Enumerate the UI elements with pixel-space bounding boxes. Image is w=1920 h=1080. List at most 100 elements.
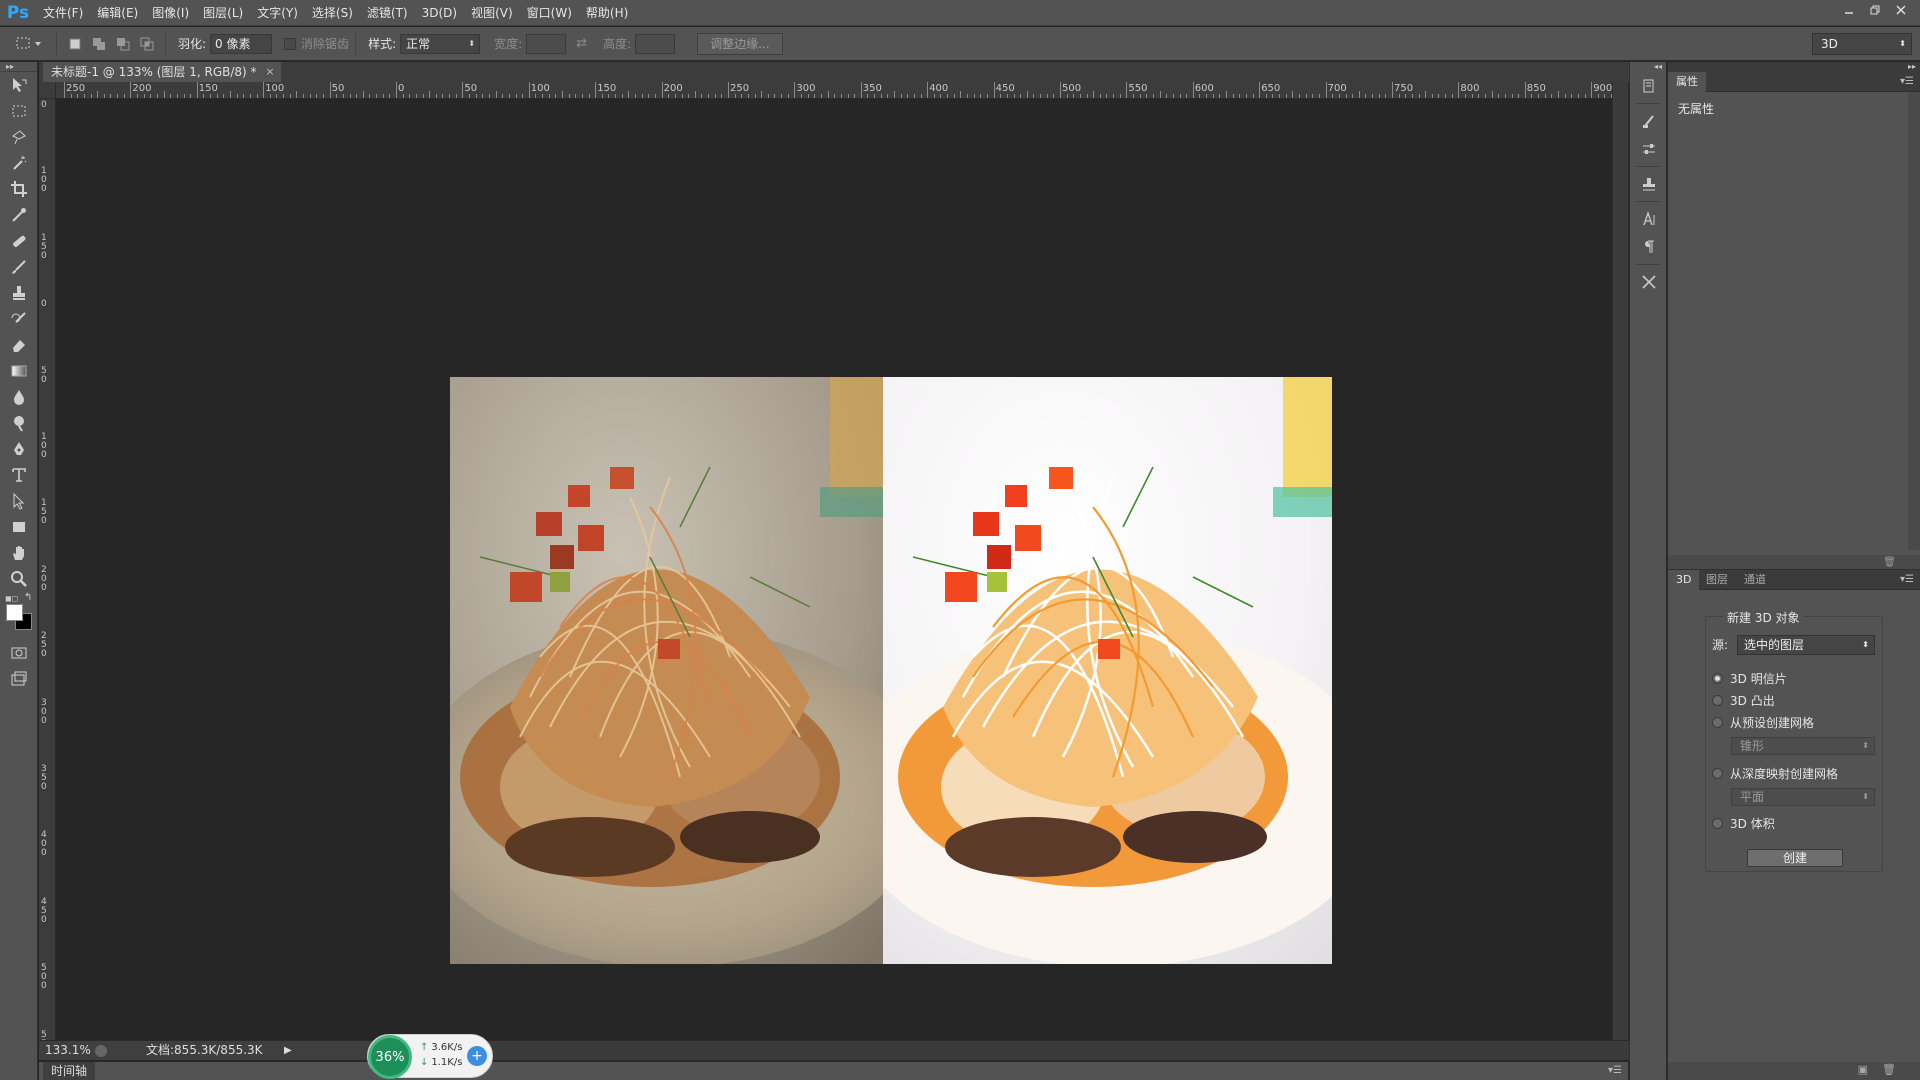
width-input[interactable] bbox=[526, 33, 567, 54]
swap-colors-icon[interactable]: ↰ bbox=[24, 592, 32, 603]
radio-depth-map-mesh[interactable] bbox=[1712, 767, 1723, 779]
style-select[interactable]: 正常 ⬍ bbox=[400, 33, 481, 54]
add-selection-button[interactable] bbox=[89, 34, 109, 54]
menu-help[interactable]: 帮助(H) bbox=[579, 0, 635, 26]
pen-tool[interactable] bbox=[0, 436, 38, 462]
panel-menu-icon[interactable]: ▾☰ bbox=[1608, 1062, 1622, 1080]
adjustments-button[interactable] bbox=[1630, 135, 1668, 163]
new-item-icon[interactable]: ▣ bbox=[1858, 1063, 1868, 1076]
depth-map-select[interactable]: 平面 ⬍ bbox=[1731, 788, 1875, 806]
radio-3d-postcard[interactable] bbox=[1712, 672, 1723, 684]
refine-edge-button[interactable]: 调整边缘... bbox=[697, 32, 783, 55]
workspace-select[interactable]: 3D ⬍ bbox=[1812, 33, 1912, 55]
gradient-tool[interactable] bbox=[0, 358, 38, 384]
tab-channels[interactable]: 通道 bbox=[1736, 570, 1774, 590]
ruler-origin[interactable] bbox=[39, 82, 56, 99]
menu-file[interactable]: 文件(F) bbox=[36, 0, 90, 26]
brush-presets-button[interactable] bbox=[1630, 107, 1668, 135]
move-tool[interactable] bbox=[0, 72, 38, 98]
document-image[interactable] bbox=[450, 377, 1332, 964]
menu-filter[interactable]: 滤镜(T) bbox=[360, 0, 415, 26]
dodge-tool[interactable] bbox=[0, 410, 38, 436]
swap-dimensions-icon[interactable]: ⇄ bbox=[576, 36, 587, 51]
tool-preset-picker[interactable] bbox=[10, 32, 50, 56]
radio-3d-extrusion[interactable] bbox=[1712, 694, 1723, 706]
network-speed-widget[interactable]: 36% ↑ 3.6K/s ↓ 1.1K/s + bbox=[367, 1034, 493, 1079]
timeline-tab[interactable]: 时间轴 bbox=[43, 1062, 96, 1080]
menu-type[interactable]: 文字(Y) bbox=[250, 0, 305, 26]
radio-3d-volume[interactable] bbox=[1712, 817, 1723, 829]
intersect-selection-button[interactable] bbox=[137, 34, 157, 54]
path-selection-tool[interactable] bbox=[0, 488, 38, 514]
foreground-color-swatch[interactable] bbox=[6, 604, 23, 621]
character-panel-button[interactable] bbox=[1630, 205, 1668, 233]
zoom-level[interactable]: 133.1% bbox=[45, 1041, 91, 1060]
create-button[interactable]: 创建 bbox=[1747, 849, 1843, 867]
tool-presets-button[interactable] bbox=[1630, 268, 1668, 296]
trash-icon[interactable]: 🗑 bbox=[1882, 1063, 1896, 1076]
option-preset-mesh[interactable]: 从预设创建网格 bbox=[1712, 713, 1814, 731]
accelerate-icon[interactable]: + bbox=[467, 1046, 487, 1066]
preset-mesh-select[interactable]: 锥形 ⬍ bbox=[1731, 737, 1875, 755]
close-document-icon[interactable]: × bbox=[265, 62, 274, 82]
source-select[interactable]: 选中的图层 ⬍ bbox=[1737, 635, 1875, 655]
tab-3d[interactable]: 3D bbox=[1668, 570, 1700, 590]
dock-collapse-icon[interactable]: ◂◂ bbox=[1630, 62, 1666, 72]
trash-icon[interactable]: 🗑 bbox=[1883, 557, 1896, 568]
option-3d-postcard[interactable]: 3D 明信片 bbox=[1712, 669, 1787, 687]
lasso-tool[interactable] bbox=[0, 124, 38, 150]
menu-3d[interactable]: 3D(D) bbox=[415, 0, 464, 26]
height-input[interactable] bbox=[635, 33, 676, 54]
tab-layers[interactable]: 图层 bbox=[1698, 570, 1736, 590]
radio-preset-mesh[interactable] bbox=[1712, 716, 1723, 728]
menu-layer[interactable]: 图层(L) bbox=[196, 0, 250, 26]
clone-source-button[interactable] bbox=[1630, 170, 1668, 198]
menu-window[interactable]: 窗口(W) bbox=[520, 0, 579, 26]
close-window-button[interactable] bbox=[1888, 0, 1914, 20]
option-depth-map-mesh[interactable]: 从深度映射创建网格 bbox=[1712, 764, 1838, 782]
quick-mask-button[interactable] bbox=[0, 640, 38, 666]
horizontal-ruler[interactable]: 250 200 150 100 50 0 50 100 150 200 250 300 350 400 45… bbox=[56, 82, 1612, 99]
clone-stamp-tool[interactable] bbox=[0, 280, 38, 306]
panel-menu-icon[interactable]: ▾☰ bbox=[1900, 72, 1914, 92]
properties-scrollbar[interactable] bbox=[1908, 92, 1920, 550]
panels-collapse-icon[interactable]: ▸▸ bbox=[1668, 62, 1920, 72]
option-3d-volume[interactable]: 3D 体积 bbox=[1712, 814, 1775, 832]
blur-tool[interactable] bbox=[0, 384, 38, 410]
zoom-tool[interactable] bbox=[0, 566, 38, 592]
horizontal-scrollbar[interactable] bbox=[479, 1041, 1629, 1060]
screen-mode-button[interactable] bbox=[0, 666, 38, 692]
default-colors-icon[interactable]: ◼◻ bbox=[5, 594, 18, 603]
type-tool[interactable] bbox=[0, 462, 38, 488]
tab-properties[interactable]: 属性 bbox=[1668, 72, 1706, 92]
paragraph-panel-button[interactable] bbox=[1630, 233, 1668, 261]
panel-collapse-icon[interactable]: ▸▸ bbox=[0, 62, 37, 72]
history-brush-tool[interactable] bbox=[0, 306, 38, 332]
vertical-ruler[interactable]: 0 100 150 0 50 100 150 200 250 300 350 400 450 500 550 bbox=[39, 99, 56, 1040]
eyedropper-tool[interactable] bbox=[0, 202, 38, 228]
canvas-area[interactable] bbox=[57, 100, 1612, 1040]
feather-input[interactable]: 0 像素 bbox=[210, 33, 273, 54]
status-menu-arrow-icon[interactable]: ▶ bbox=[284, 1041, 292, 1060]
panel-menu-icon[interactable]: ▾☰ bbox=[1900, 570, 1914, 590]
history-panel-button[interactable] bbox=[1630, 72, 1668, 100]
marquee-tool[interactable] bbox=[0, 98, 38, 124]
hand-tool[interactable] bbox=[0, 540, 38, 566]
healing-brush-tool[interactable] bbox=[0, 228, 38, 254]
vertical-scrollbar[interactable] bbox=[1612, 82, 1628, 1040]
minimize-button[interactable] bbox=[1836, 0, 1862, 20]
rectangle-tool[interactable] bbox=[0, 514, 38, 540]
menu-select[interactable]: 选择(S) bbox=[305, 0, 360, 26]
restore-button[interactable] bbox=[1862, 0, 1888, 20]
brush-tool[interactable] bbox=[0, 254, 38, 280]
menu-edit[interactable]: 编辑(E) bbox=[90, 0, 145, 26]
option-3d-extrusion[interactable]: 3D 凸出 bbox=[1712, 691, 1775, 709]
menu-view[interactable]: 视图(V) bbox=[464, 0, 520, 26]
eraser-tool[interactable] bbox=[0, 332, 38, 358]
crop-tool[interactable] bbox=[0, 176, 38, 202]
menu-image[interactable]: 图像(I) bbox=[145, 0, 196, 26]
document-tab[interactable]: 未标题-1 @ 133% (图层 1, RGB/8) * × bbox=[43, 62, 281, 82]
antialias-checkbox[interactable] bbox=[284, 37, 297, 50]
share-icon[interactable] bbox=[95, 1045, 107, 1057]
magic-wand-tool[interactable] bbox=[0, 150, 38, 176]
